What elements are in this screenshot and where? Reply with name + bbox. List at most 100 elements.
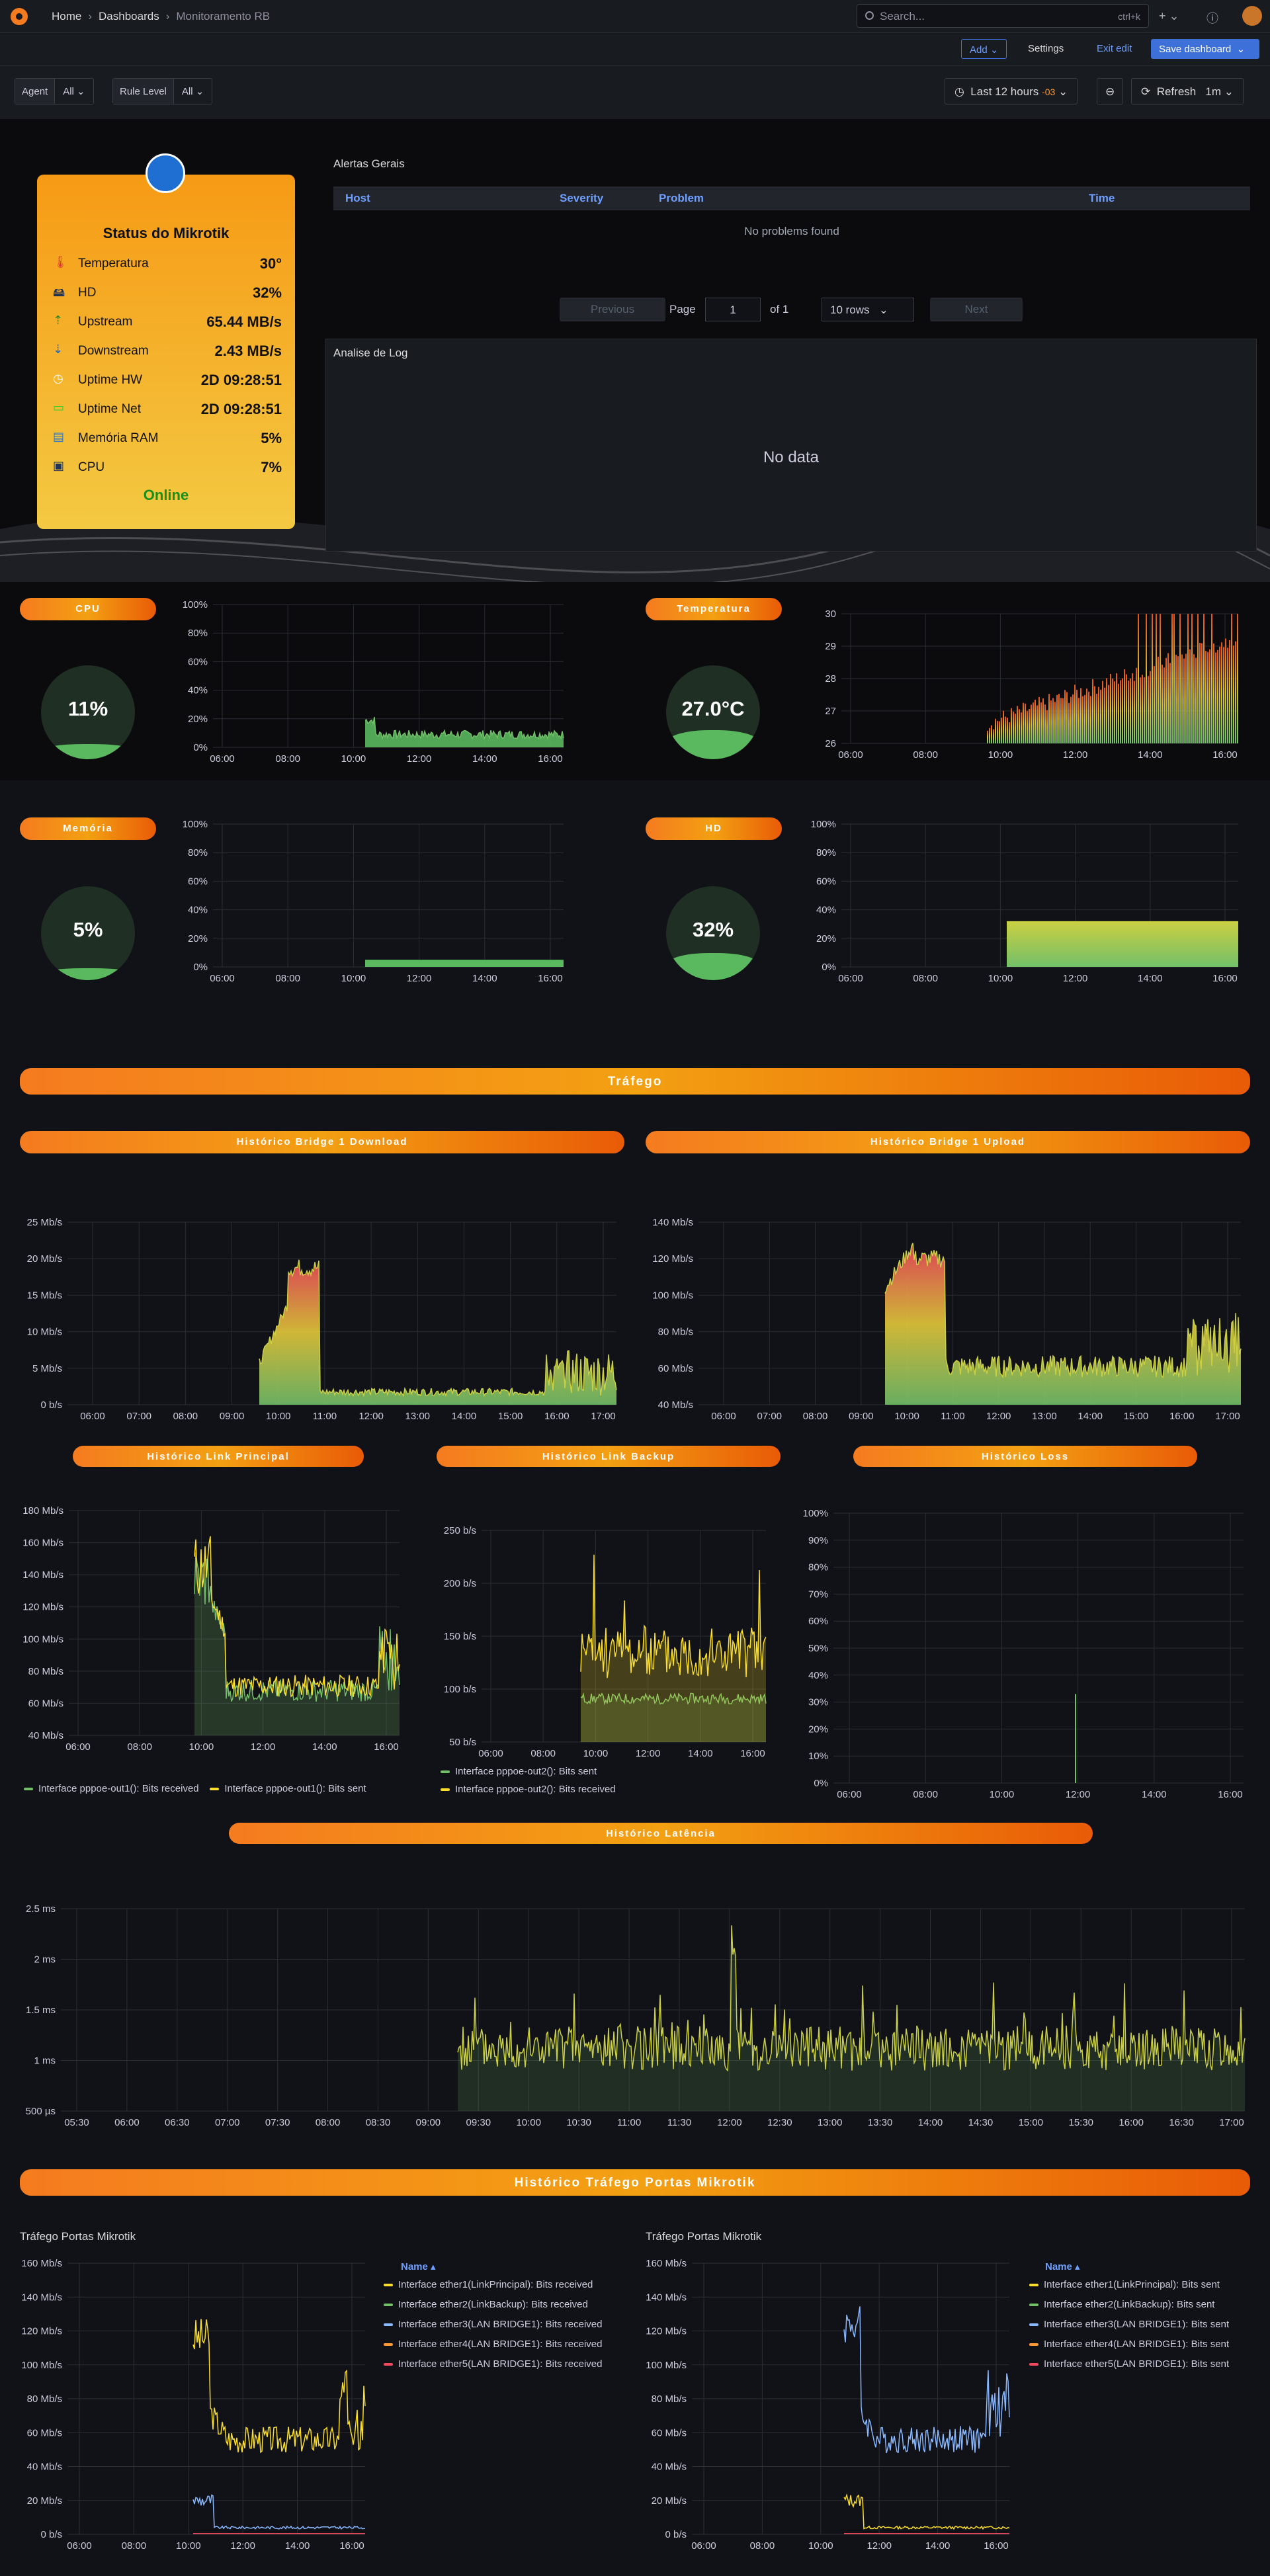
y-tick-label: 40% bbox=[808, 1670, 828, 1681]
rows-select[interactable]: 10 rows ⌄ bbox=[822, 298, 914, 321]
zoom-out-icon[interactable]: ⊖ bbox=[1097, 78, 1124, 104]
port-legend-item[interactable]: Interface ether4(LAN BRIDGE1): Bits sent bbox=[1029, 2339, 1229, 2350]
ports-right-name-header[interactable]: Name ▴ bbox=[1045, 2261, 1080, 2272]
temp-bar bbox=[1106, 678, 1107, 743]
x-tick-label: 08:00 bbox=[316, 2117, 341, 2128]
mikrotik-row: ◷ Uptime HW 2D 09:28:51 bbox=[53, 366, 282, 393]
y-tick-label: 0% bbox=[822, 962, 836, 973]
time-range-picker[interactable]: ◷ Last 12 hours -03 ⌄ bbox=[945, 78, 1078, 104]
rule-level-variable[interactable]: Rule Level All ⌄ bbox=[112, 78, 213, 104]
settings-button[interactable]: Settings bbox=[1020, 39, 1072, 59]
temp-bar bbox=[1035, 699, 1036, 743]
cpu-header: CPU bbox=[20, 598, 156, 620]
col-severity[interactable]: Severity bbox=[560, 192, 603, 205]
y-tick-label: 70% bbox=[808, 1589, 828, 1600]
y-tick-label: 30% bbox=[808, 1697, 828, 1708]
temp-bar bbox=[1233, 645, 1234, 743]
cpu-icon: ▣ bbox=[53, 459, 65, 472]
col-host[interactable]: Host bbox=[345, 192, 370, 205]
help-icon[interactable]: ⓘ bbox=[1206, 9, 1218, 26]
x-tick-label: 14:00 bbox=[1142, 1789, 1167, 1800]
exit-edit-button[interactable]: Exit edit bbox=[1089, 39, 1140, 59]
add-button[interactable]: Add ⌄ bbox=[961, 39, 1007, 59]
temp-bar bbox=[1094, 686, 1095, 743]
y-tick-label: 100% bbox=[183, 819, 208, 830]
temp-bar bbox=[993, 729, 994, 743]
y-tick-label: 40% bbox=[188, 905, 208, 916]
hd-chart: 100% 80% 60% 40% 20% 0%06:00 08:00 10:00 12:00 14… bbox=[811, 819, 1238, 984]
breadcrumb-home[interactable]: Home bbox=[52, 10, 81, 22]
x-tick-label: 06:00 bbox=[838, 749, 863, 761]
col-problem[interactable]: Problem bbox=[659, 192, 704, 205]
link-backup-legend-1[interactable]: Interface pppoe-out2(): Bits sent bbox=[441, 1766, 597, 1777]
previous-button[interactable]: Previous bbox=[560, 298, 665, 321]
y-tick-label: 80 Mb/s bbox=[27, 2393, 62, 2405]
page-input[interactable]: 1 bbox=[705, 298, 761, 321]
y-tick-label: 120 Mb/s bbox=[21, 2326, 62, 2337]
y-tick-label: 50% bbox=[808, 1643, 828, 1654]
next-button[interactable]: Next bbox=[930, 298, 1023, 321]
y-tick-label: 0% bbox=[814, 1778, 828, 1789]
port-legend-item[interactable]: Interface ether2(LinkBackup): Bits sent bbox=[1029, 2299, 1214, 2310]
mikrotik-row-label: Upstream bbox=[78, 315, 133, 329]
temp-bar bbox=[1229, 640, 1230, 743]
temp-bar bbox=[1189, 649, 1191, 743]
breadcrumb-dashboards[interactable]: Dashboards bbox=[99, 10, 159, 22]
mikrotik-row-label: HD bbox=[78, 286, 97, 300]
port-legend-item[interactable]: Interface ether1(LinkPrincipal): Bits se… bbox=[1029, 2279, 1220, 2290]
y-tick-label: 0 b/s bbox=[40, 2529, 62, 2540]
temperature-chart: 30 29 28 27 2606:00 08:00 10:00 12:00 14:00 16:00 bbox=[825, 608, 1238, 761]
x-tick-label: 09:00 bbox=[416, 2117, 441, 2128]
temp-bar bbox=[1037, 705, 1038, 743]
refresh-button[interactable]: ⟳ Refresh 1m ⌄ bbox=[1131, 78, 1244, 104]
temp-bar bbox=[1215, 652, 1216, 743]
temp-bar bbox=[991, 725, 992, 743]
temp-bar bbox=[1177, 656, 1179, 743]
plus-icon[interactable]: + ⌄ bbox=[1159, 9, 1179, 23]
y-tick-label: 80 Mb/s bbox=[652, 2393, 687, 2405]
y-tick-label: 25 Mb/s bbox=[27, 1217, 62, 1228]
port-legend-item[interactable]: Interface ether5(LAN BRIDGE1): Bits rece… bbox=[384, 2358, 602, 2370]
save-dashboard-button[interactable]: Save dashboard ⌄ bbox=[1151, 39, 1259, 59]
x-tick-label: 10:00 bbox=[266, 1411, 291, 1422]
port-legend-item[interactable]: Interface ether5(LAN BRIDGE1): Bits sent bbox=[1029, 2358, 1229, 2370]
mikrotik-status: Online bbox=[143, 487, 189, 503]
port-legend-item[interactable]: Interface ether3(LAN BRIDGE1): Bits rece… bbox=[384, 2319, 602, 2330]
x-tick-label: 14:00 bbox=[925, 2540, 951, 2552]
temp-bar bbox=[1038, 696, 1040, 743]
y-tick-label: 20% bbox=[188, 933, 208, 944]
temp-bar bbox=[1126, 674, 1127, 743]
cpu-series-area bbox=[365, 717, 564, 747]
x-tick-label: 08:00 bbox=[275, 753, 300, 765]
loss-chart: 100% 90% 80% 70% 60% 50% 40% 30% 20% 10% 0% 06:00 08… bbox=[803, 1508, 1244, 1800]
link-backup-legend-2[interactable]: Interface pppoe-out2(): Bits received bbox=[441, 1784, 616, 1795]
port-legend-item[interactable]: Interface ether4(LAN BRIDGE1): Bits rece… bbox=[384, 2339, 602, 2350]
temp-bar bbox=[1116, 673, 1117, 743]
y-tick-label: 5 Mb/s bbox=[32, 1363, 62, 1374]
temp-bar bbox=[1005, 716, 1006, 743]
temp-bar bbox=[1052, 698, 1054, 743]
x-tick-label: 15:00 bbox=[498, 1411, 523, 1422]
search-input[interactable]: Search... ctrl+k bbox=[857, 4, 1149, 28]
traffic-header: Tráfego bbox=[20, 1068, 1250, 1095]
x-tick-label: 11:00 bbox=[941, 1411, 964, 1422]
port-legend-item[interactable]: Interface ether1(LinkPrincipal): Bits re… bbox=[384, 2279, 593, 2290]
x-tick-label: 14:00 bbox=[688, 1748, 713, 1759]
temp-bar bbox=[1209, 649, 1210, 743]
temp-bar bbox=[1227, 647, 1228, 743]
temp-bar bbox=[1221, 642, 1222, 743]
x-tick-label: 12:00 bbox=[359, 1411, 384, 1422]
col-time[interactable]: Time bbox=[1089, 192, 1115, 205]
mikrotik-row-label: Temperatura bbox=[78, 257, 149, 270]
avatar[interactable] bbox=[1242, 6, 1262, 26]
x-tick-label: 08:00 bbox=[913, 749, 938, 761]
port-legend-item[interactable]: Interface ether2(LinkBackup): Bits recei… bbox=[384, 2299, 588, 2310]
y-tick-label: 140 Mb/s bbox=[21, 2292, 62, 2303]
ports-left-name-header[interactable]: Name ▴ bbox=[401, 2261, 436, 2272]
temp-bar bbox=[1080, 688, 1081, 743]
x-tick-label: 12:00 bbox=[636, 1748, 661, 1759]
grafana-logo-icon[interactable] bbox=[11, 8, 28, 25]
temp-bar bbox=[1056, 694, 1058, 743]
agent-variable[interactable]: Agent All ⌄ bbox=[15, 78, 94, 104]
port-legend-item[interactable]: Interface ether3(LAN BRIDGE1): Bits sent bbox=[1029, 2319, 1229, 2330]
